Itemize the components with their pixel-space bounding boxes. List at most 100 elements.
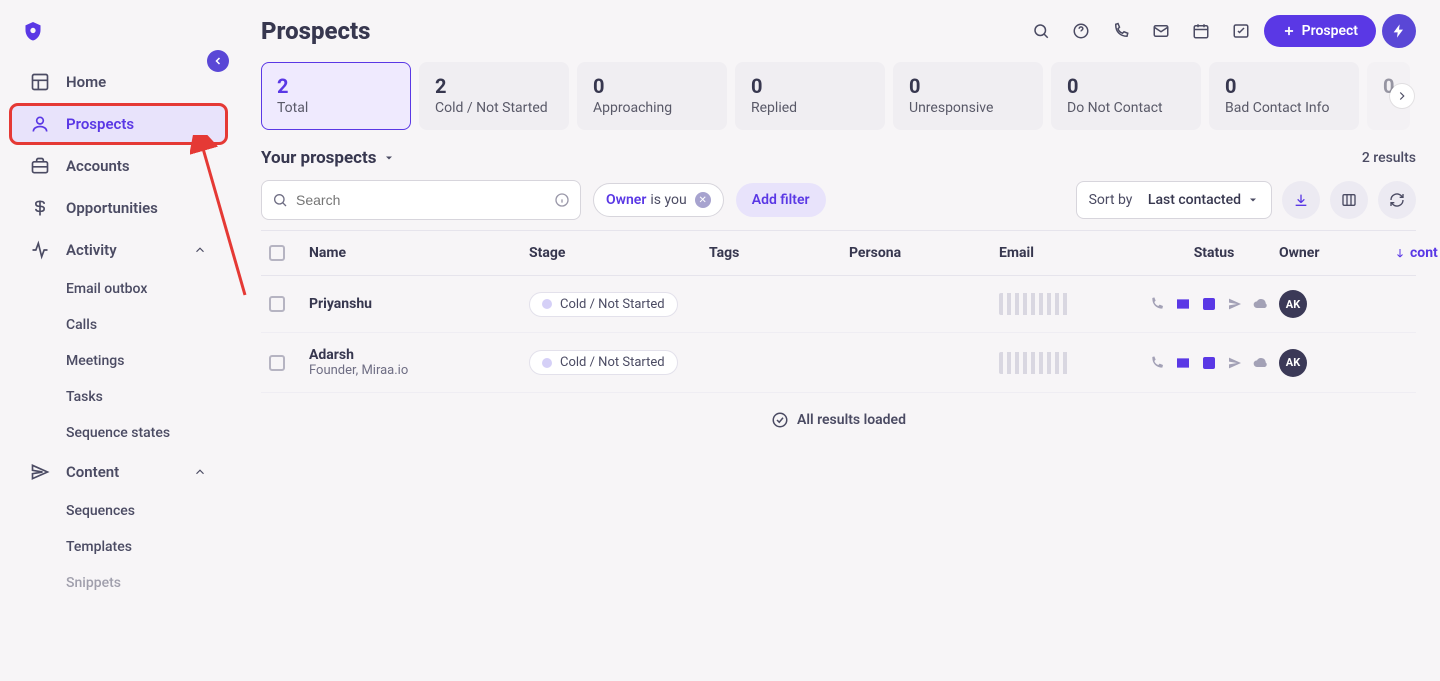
remove-filter-button[interactable]: ✕ xyxy=(695,192,711,208)
stats-scroll-right[interactable] xyxy=(1390,84,1414,108)
mail-icon[interactable] xyxy=(1175,296,1191,312)
sidebar-subitem-sequence-states[interactable]: Sequence states xyxy=(10,416,227,450)
sort-by-select[interactable]: Sort by Last contacted xyxy=(1076,181,1272,219)
sidebar-section-activity[interactable]: Activity xyxy=(10,230,227,270)
col-owner[interactable]: Owner xyxy=(1279,245,1394,261)
col-email[interactable]: Email xyxy=(999,245,1149,261)
filter-chip-owner[interactable]: Owner is you ✕ xyxy=(593,183,724,217)
row-checkbox[interactable] xyxy=(269,296,285,312)
sidebar-item-home[interactable]: Home xyxy=(10,62,227,102)
prospect-name[interactable]: Adarsh xyxy=(309,347,529,363)
search-input[interactable] xyxy=(296,192,546,208)
search-button[interactable] xyxy=(1024,14,1058,48)
status-dot-icon xyxy=(542,358,552,368)
stat-number: 0 xyxy=(751,74,869,98)
help-button[interactable] xyxy=(1064,14,1098,48)
sidebar-subitem-calls[interactable]: Calls xyxy=(10,308,227,342)
briefcase-icon xyxy=(30,156,50,176)
stat-card-total[interactable]: 2 Total xyxy=(261,62,411,130)
sidebar-subitem-tasks[interactable]: Tasks xyxy=(10,380,227,414)
calendar-button[interactable] xyxy=(1184,14,1218,48)
sidebar-item-opportunities[interactable]: Opportunities xyxy=(10,188,227,228)
add-filter-button[interactable]: Add filter xyxy=(736,183,826,217)
stat-card-replied[interactable]: 0 Replied xyxy=(735,62,885,130)
section-title[interactable]: Your prospects xyxy=(261,148,377,168)
stat-number: 0 xyxy=(593,74,711,98)
quick-actions-button[interactable] xyxy=(1382,14,1416,48)
linkedin-icon[interactable] xyxy=(1201,355,1217,371)
owner-avatar[interactable]: AK xyxy=(1279,349,1307,377)
caret-down-icon[interactable] xyxy=(383,152,395,164)
col-tags[interactable]: Tags xyxy=(709,245,849,261)
stat-number: 2 xyxy=(277,74,395,98)
sidebar-subitem-templates[interactable]: Templates xyxy=(10,530,227,564)
col-contacted[interactable]: cont xyxy=(1394,245,1440,261)
sidebar-subitem-snippets[interactable]: Snippets xyxy=(10,566,227,600)
sidebar: Home Prospects Accounts Opportunities Ac… xyxy=(0,0,237,681)
phone-button[interactable] xyxy=(1104,14,1138,48)
phone-icon[interactable] xyxy=(1149,296,1165,312)
page-title: Prospects xyxy=(261,17,370,45)
phone-icon[interactable] xyxy=(1149,355,1165,371)
info-icon[interactable] xyxy=(554,192,570,208)
task-button[interactable] xyxy=(1224,14,1258,48)
stat-card-donotcontact[interactable]: 0 Do Not Contact xyxy=(1051,62,1201,130)
table-header: Name Stage Tags Persona Email Status Own… xyxy=(261,230,1416,276)
sidebar-subitem-sequences[interactable]: Sequences xyxy=(10,494,227,528)
mail-icon[interactable] xyxy=(1175,355,1191,371)
download-button[interactable] xyxy=(1282,181,1320,219)
cloud-off-icon[interactable] xyxy=(1253,355,1269,371)
prospect-name[interactable]: Priyanshu xyxy=(309,296,529,312)
sidebar-item-label: Opportunities xyxy=(66,199,158,217)
columns-button[interactable] xyxy=(1330,181,1368,219)
sidebar-subitem-meetings[interactable]: Meetings xyxy=(10,344,227,378)
sidebar-subitem-label: Snippets xyxy=(66,575,121,591)
stat-number: 2 xyxy=(435,74,553,98)
sidebar-item-prospects[interactable]: Prospects xyxy=(10,104,227,144)
col-stage[interactable]: Stage xyxy=(529,245,709,261)
table-row[interactable]: Adarsh Founder, Miraa.io Cold / Not Star… xyxy=(261,333,1416,393)
search-box[interactable] xyxy=(261,180,581,220)
status-icons xyxy=(1149,355,1279,371)
col-name[interactable]: Name xyxy=(309,245,529,261)
stage-pill[interactable]: Cold / Not Started xyxy=(529,292,678,317)
stage-pill[interactable]: Cold / Not Started xyxy=(529,350,678,375)
app-logo[interactable] xyxy=(0,12,237,60)
chevron-up-icon xyxy=(193,465,207,479)
mail-button[interactable] xyxy=(1144,14,1178,48)
stat-card-badcontact[interactable]: 0 Bad Contact Info xyxy=(1209,62,1359,130)
chevron-up-icon xyxy=(193,243,207,257)
owner-avatar[interactable]: AK xyxy=(1279,290,1307,318)
sidebar-section-content[interactable]: Content xyxy=(10,452,227,492)
stat-card-approaching[interactable]: 0 Approaching xyxy=(577,62,727,130)
sidebar-subitem-label: Calls xyxy=(66,317,97,333)
stat-label: Unresponsive xyxy=(909,100,1027,116)
sidebar-subitem-email-outbox[interactable]: Email outbox xyxy=(10,272,227,306)
stat-card-cold[interactable]: 2 Cold / Not Started xyxy=(419,62,569,130)
table-row[interactable]: Priyanshu Cold / Not Started AK xyxy=(261,276,1416,333)
stat-label: Replied xyxy=(751,100,869,116)
button-label: Prospect xyxy=(1302,23,1358,39)
list-toolbar: Owner is you ✕ Add filter Sort by Last c… xyxy=(261,180,1416,220)
stats-summary: 2 Total 2 Cold / Not Started 0 Approachi… xyxy=(261,62,1416,130)
send-icon[interactable] xyxy=(1227,355,1243,371)
all-loaded-label: All results loaded xyxy=(797,412,906,428)
stat-card-unresponsive[interactable]: 0 Unresponsive xyxy=(893,62,1043,130)
status-dot-icon xyxy=(542,299,552,309)
filter-key: Owner xyxy=(606,192,646,208)
stat-label: Cold / Not Started xyxy=(435,100,553,116)
col-status[interactable]: Status xyxy=(1149,245,1279,261)
sidebar-subitem-label: Sequence states xyxy=(66,425,170,441)
add-prospect-button[interactable]: Prospect xyxy=(1264,15,1376,47)
select-all-checkbox[interactable] xyxy=(269,245,285,261)
sidebar-item-accounts[interactable]: Accounts xyxy=(10,146,227,186)
send-icon[interactable] xyxy=(1227,296,1243,312)
row-checkbox[interactable] xyxy=(269,355,285,371)
refresh-button[interactable] xyxy=(1378,181,1416,219)
stat-number: 0 xyxy=(1067,74,1185,98)
col-persona[interactable]: Persona xyxy=(849,245,999,261)
status-icons xyxy=(1149,296,1279,312)
linkedin-icon[interactable] xyxy=(1201,296,1217,312)
cloud-off-icon[interactable] xyxy=(1253,296,1269,312)
topbar: Prospects Prospect xyxy=(237,0,1440,58)
